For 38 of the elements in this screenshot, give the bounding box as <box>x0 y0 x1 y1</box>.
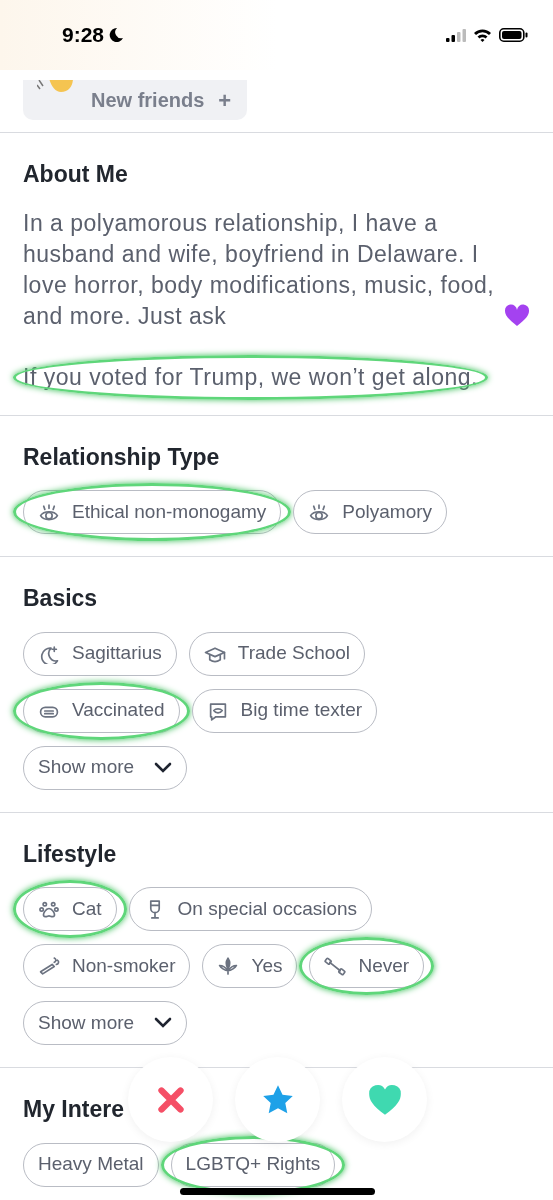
wifi-icon <box>473 28 492 42</box>
moon-icon <box>108 27 125 43</box>
chevron-down-icon <box>154 761 173 774</box>
eye-icon <box>308 502 331 522</box>
tag-chip[interactable]: Ethical non-monogamy <box>23 490 282 534</box>
tag-chip[interactable]: On special occasions <box>128 887 373 931</box>
section-title: My Intere <box>23 1095 124 1124</box>
eye-icon <box>38 502 60 522</box>
tag-chip[interactable]: Vaccinated <box>23 688 180 733</box>
battery-icon <box>499 28 528 42</box>
tag-chip[interactable]: Never <box>309 944 425 988</box>
dumbbell-icon <box>324 956 347 976</box>
section-title: Basics <box>23 584 98 613</box>
show-more-button[interactable]: Show more <box>23 745 188 790</box>
chevron-down-icon <box>154 1017 173 1029</box>
intent-label: New friends <box>91 88 205 113</box>
section-title: About Me <box>23 160 128 189</box>
heart-icon <box>504 303 530 328</box>
section-title: Lifestyle <box>23 839 117 869</box>
paw-icon <box>38 899 60 919</box>
show-more-button[interactable]: Show more <box>23 1001 188 1045</box>
tag-chip[interactable]: Non-smoker <box>23 944 191 988</box>
tag-chip[interactable]: Sagittarius <box>23 631 177 676</box>
tag-chip[interactable]: Polyamory <box>293 490 448 534</box>
tag-chip[interactable]: LGBTQ+ Rights <box>170 1142 336 1187</box>
tag-chip[interactable]: Big time texter <box>191 688 378 733</box>
tag-chip[interactable]: Heavy Metal <box>23 1142 159 1187</box>
leaf-icon <box>217 956 240 976</box>
status-time: 9:28 <box>62 22 105 49</box>
tag-chip[interactable]: Cat <box>23 887 117 931</box>
plus-icon: + <box>218 83 232 117</box>
cigarette-icon <box>38 956 60 976</box>
section-title: Relationship Type <box>23 442 220 472</box>
tag-chip[interactable]: Yes <box>202 944 298 988</box>
tag-chip[interactable]: Trade School <box>188 631 366 676</box>
moon-stars-icon <box>38 643 60 664</box>
about-text: In a polyamorous relationship, I have a husband and wife, boyfriend in Delaware. I love horror, body modifications, music, food, and more. Just ask <box>23 208 496 331</box>
signal-icon <box>446 28 466 42</box>
